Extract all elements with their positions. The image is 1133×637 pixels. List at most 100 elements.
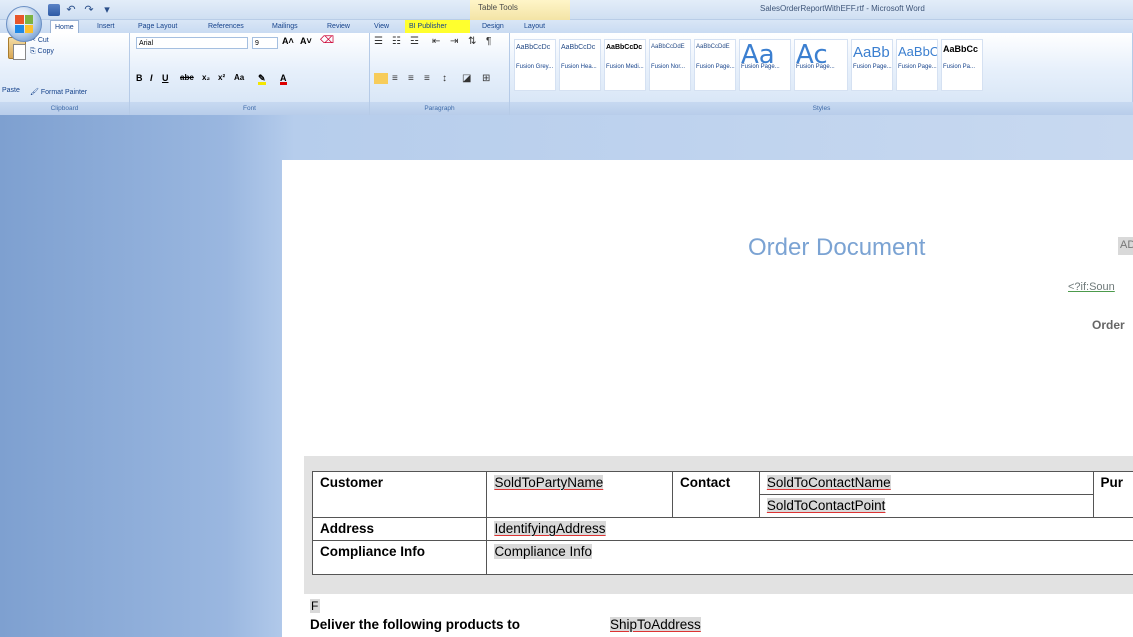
font-group-label: Font	[130, 102, 369, 115]
style-name: Fusion Nor...	[651, 64, 686, 70]
contact-name-cell[interactable]: SoldToContactName	[758, 471, 1094, 495]
save-icon[interactable]	[48, 4, 60, 16]
paste-button[interactable]: Paste	[2, 87, 20, 94]
multilevel-list-icon[interactable]: ☲	[410, 36, 419, 47]
decrease-indent-icon[interactable]: ⇤	[432, 36, 440, 47]
grow-font-icon[interactable]: A˄	[282, 36, 294, 46]
style-preview: AaBbCcDc	[561, 44, 596, 51]
superscript-icon[interactable]: x²	[218, 73, 225, 85]
document-title[interactable]: Order Document	[748, 234, 925, 262]
order-label[interactable]: Order	[1092, 318, 1125, 332]
align-right-icon[interactable]: ≡	[408, 73, 414, 84]
undo-icon[interactable]: ↶	[64, 3, 78, 17]
line-spacing-icon[interactable]: ↕	[442, 73, 447, 84]
table-tools-title: Table Tools	[470, 0, 570, 20]
if-field[interactable]: <?if:Soun	[1068, 281, 1115, 293]
pur-label-cell[interactable]: Pur	[1092, 471, 1133, 518]
style-fusion-page-4[interactable]: AaBb Fusion Page...	[851, 39, 893, 91]
tab-layout[interactable]: Layout	[520, 20, 549, 33]
style-fusion-page-5[interactable]: AaBbC Fusion Page...	[896, 39, 938, 91]
sort-icon[interactable]: ⇅	[468, 36, 476, 47]
numbering-icon[interactable]: ☷	[392, 36, 401, 47]
header-field[interactable]: AD	[1118, 237, 1133, 255]
tab-design[interactable]: Design	[478, 20, 508, 33]
style-fusion-heading[interactable]: AaBbCcDc Fusion Hea...	[559, 39, 601, 91]
subscript-icon[interactable]: x₂	[202, 73, 210, 85]
font-color-icon[interactable]: A	[280, 73, 287, 85]
italic-icon[interactable]: I	[150, 73, 153, 85]
compliance-label-cell[interactable]: Compliance Info	[311, 540, 488, 575]
office-logo-icon	[15, 15, 33, 33]
tab-review[interactable]: Review	[323, 20, 354, 33]
format-painter-label: Format Painter	[40, 89, 88, 96]
shrink-font-icon[interactable]: A˅	[300, 36, 312, 46]
deliver-text[interactable]: Deliver the following products to	[310, 617, 520, 632]
window-title: SalesOrderReportWithEFF.rtf - Microsoft …	[760, 4, 925, 13]
bold-icon[interactable]: B	[136, 73, 143, 85]
compliance-value-cell[interactable]: Compliance Info	[486, 540, 1133, 575]
contact-label-cell[interactable]: Contact	[672, 471, 760, 518]
style-name: Fusion Page...	[853, 64, 892, 70]
style-preview: AaBbCcDdE	[696, 44, 730, 50]
tab-home[interactable]: Home	[50, 20, 79, 34]
paragraph-field-f[interactable]: F	[310, 599, 320, 613]
bullets-icon[interactable]: ☰	[374, 36, 383, 47]
tab-page-layout[interactable]: Page Layout	[134, 20, 181, 33]
contact-point-cell[interactable]: SoldToContactPoint	[758, 494, 1094, 518]
table-row: Address IdentifyingAddress	[311, 517, 1133, 541]
style-fusion-normal[interactable]: AaBbCcDdE Fusion Nor...	[649, 39, 691, 91]
compliance-info-field[interactable]: Compliance Info	[494, 544, 592, 559]
copy-label: Copy	[37, 48, 54, 55]
customer-value-cell[interactable]: SoldToPartyName	[486, 471, 674, 518]
tab-references[interactable]: References	[204, 20, 248, 33]
styles-group-label: Styles	[510, 102, 1133, 115]
shading-icon[interactable]: ◪	[462, 73, 471, 84]
sold-to-party-field[interactable]: SoldToPartyName	[494, 475, 604, 490]
font-size-select[interactable]: 9	[252, 37, 278, 49]
style-preview: AaBbC	[898, 44, 938, 59]
style-preview: AaBbCcDc	[516, 44, 551, 51]
font-name-select[interactable]: Arial	[136, 37, 248, 49]
customer-table: Customer SoldToPartyName Contact SoldToC…	[311, 471, 1133, 575]
justify-icon[interactable]: ≡	[424, 73, 430, 84]
show-marks-icon[interactable]: ¶	[486, 36, 491, 47]
change-case-icon[interactable]: Aa	[234, 73, 244, 85]
borders-icon[interactable]: ⊞	[482, 73, 490, 84]
styles-group: AaBbCcDc Fusion Grey... AaBbCcDc Fusion …	[510, 33, 1133, 115]
increase-indent-icon[interactable]: ⇥	[450, 36, 458, 47]
highlight-icon[interactable]: ✎	[258, 73, 266, 85]
title-bar: ↶ ↷ ▾ Table Tools SalesOrderReportWithEF…	[0, 0, 1133, 20]
style-fusion-page-1[interactable]: AaBbCcDdE Fusion Page...	[694, 39, 736, 91]
tab-insert[interactable]: Insert	[93, 20, 119, 33]
style-fusion-grey[interactable]: AaBbCcDc Fusion Grey...	[514, 39, 556, 91]
sold-to-contact-name-field[interactable]: SoldToContactName	[766, 475, 891, 490]
clipboard-group-label: Clipboard	[0, 102, 129, 115]
copy-button[interactable]: ⎘ Copy	[30, 48, 54, 56]
clear-format-icon[interactable]: ⌫	[320, 35, 334, 46]
align-center-icon[interactable]: ≡	[392, 73, 398, 84]
ship-to-address-field[interactable]: ShipToAddress	[610, 617, 701, 632]
office-button[interactable]	[6, 6, 42, 42]
identifying-address-field[interactable]: IdentifyingAddress	[494, 521, 606, 536]
format-painter-button[interactable]: 🖌 Format Painter	[30, 88, 87, 96]
sold-to-contact-point-field[interactable]: SoldToContactPoint	[766, 498, 886, 513]
underline-icon[interactable]: U	[162, 73, 169, 85]
style-fusion-medium[interactable]: AaBbCcDc Fusion Medi...	[604, 39, 646, 91]
style-fusion-page-3[interactable]: Ac Fusion Page...	[794, 39, 848, 91]
customize-qat-icon[interactable]: ▾	[100, 3, 114, 17]
style-fusion-page-2[interactable]: Aa Fusion Page...	[739, 39, 791, 91]
style-fusion-page-6[interactable]: AaBbCc Fusion Pa...	[941, 39, 983, 91]
tab-view[interactable]: View	[370, 20, 393, 33]
redo-icon[interactable]: ↷	[82, 3, 96, 17]
address-label-cell[interactable]: Address	[311, 517, 488, 541]
style-preview: AaBbCcDc	[606, 44, 643, 51]
cut-label: Cut	[37, 37, 49, 44]
strikethrough-icon[interactable]: abe	[180, 73, 194, 85]
address-value-cell[interactable]: IdentifyingAddress	[486, 517, 1133, 541]
style-name: Fusion Page...	[741, 64, 780, 70]
tab-bi-publisher[interactable]: BI Publisher	[405, 20, 470, 33]
tab-mailings[interactable]: Mailings	[268, 20, 302, 33]
align-left-icon[interactable]	[374, 73, 388, 84]
table-row: Customer SoldToPartyName Contact SoldToC…	[311, 471, 1133, 518]
customer-label-cell[interactable]: Customer	[311, 471, 488, 518]
